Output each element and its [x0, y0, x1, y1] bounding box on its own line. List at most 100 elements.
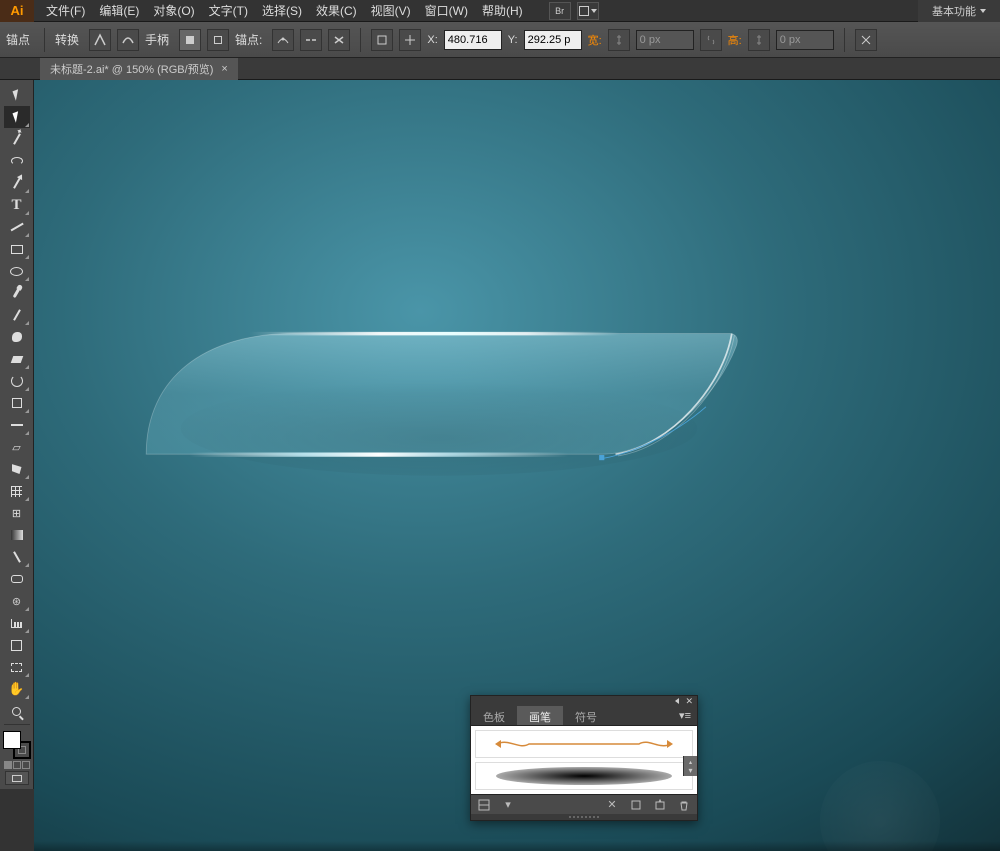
menu-type[interactable]: 文字(T): [203, 0, 254, 22]
options-icon[interactable]: [629, 798, 643, 812]
panel-menu-icon[interactable]: ▾≡: [673, 706, 697, 725]
menu-help[interactable]: 帮助(H): [476, 0, 529, 22]
draw-normal[interactable]: [4, 761, 12, 769]
handle-show-button[interactable]: [179, 29, 201, 51]
new-brush-icon[interactable]: [653, 798, 667, 812]
free-transform-tool[interactable]: ▱: [4, 436, 30, 458]
y-input[interactable]: [524, 30, 582, 50]
workspace-switcher[interactable]: 基本功能: [918, 0, 1000, 22]
selection-tool[interactable]: [4, 84, 30, 106]
shape-builder-tool[interactable]: [4, 458, 30, 480]
connect-anchor-button[interactable]: [300, 29, 322, 51]
line-tool[interactable]: [4, 216, 30, 238]
arrange-docs-icon[interactable]: [577, 2, 599, 20]
menu-effect[interactable]: 效果(C): [310, 0, 363, 22]
handle-hide-button[interactable]: [207, 29, 229, 51]
link-icon[interactable]: [700, 29, 722, 51]
menu-edit[interactable]: 编辑(E): [93, 0, 145, 22]
remove-anchor-button[interactable]: [272, 29, 294, 51]
close-tab-icon[interactable]: ×: [221, 63, 227, 75]
column-graph-tool[interactable]: [4, 612, 30, 634]
fill-chip[interactable]: [3, 731, 21, 749]
link-h-button[interactable]: [748, 29, 770, 51]
menu-items: 文件(F) 编辑(E) 对象(O) 文字(T) 选择(S) 效果(C) 视图(V…: [40, 0, 529, 22]
fill-stroke-chips[interactable]: [3, 731, 31, 759]
rotate-tool[interactable]: [4, 370, 30, 392]
app-logo: Ai: [0, 0, 34, 22]
menu-extras: Br: [549, 2, 599, 20]
ellipse-tool[interactable]: [4, 260, 30, 282]
bridge-icon[interactable]: Br: [549, 2, 571, 20]
circle-artwork: [820, 761, 940, 851]
mesh-tool[interactable]: ⊞: [4, 502, 30, 524]
eraser-tool[interactable]: [4, 348, 30, 370]
h-input[interactable]: [776, 30, 834, 50]
isolate-button[interactable]: [371, 29, 393, 51]
menu-file[interactable]: 文件(F): [40, 0, 91, 22]
draw-inside[interactable]: [22, 761, 30, 769]
link-wh-button[interactable]: [608, 29, 630, 51]
pen-tool[interactable]: [4, 172, 30, 194]
type-tool[interactable]: T: [4, 194, 30, 216]
panel-resize-grip[interactable]: [471, 814, 697, 820]
width-tool[interactable]: [4, 414, 30, 436]
scale-tool[interactable]: [4, 392, 30, 414]
eyedropper-tool[interactable]: [4, 546, 30, 568]
zoom-tool[interactable]: [4, 700, 30, 722]
rectangle-tool[interactable]: [4, 238, 30, 260]
panel-collapse-icon[interactable]: [675, 698, 679, 704]
screen-mode-button[interactable]: [5, 771, 29, 785]
menu-view[interactable]: 视图(V): [365, 0, 417, 22]
blob-brush-tool[interactable]: [4, 326, 30, 348]
remove-stroke-icon[interactable]: ✕: [605, 798, 619, 812]
libraries-menu-icon[interactable]: ▾: [501, 798, 515, 812]
menu-bar: Ai 文件(F) 编辑(E) 对象(O) 文字(T) 选择(S) 效果(C) 视…: [0, 0, 1000, 22]
w-input[interactable]: [636, 30, 694, 50]
tools-panel: T ▱ ⊞ ⊛ ✋: [0, 80, 34, 789]
cut-path-button[interactable]: [328, 29, 350, 51]
align-pixel-button[interactable]: [399, 29, 421, 51]
constrain-button[interactable]: [855, 29, 877, 51]
blend-tool[interactable]: [4, 568, 30, 590]
document-tab[interactable]: 未标题-2.ai* @ 150% (RGB/预览) ×: [40, 58, 238, 80]
convert-label: 转换: [55, 31, 79, 48]
symbol-sprayer-tool[interactable]: ⊛: [4, 590, 30, 612]
panel-header[interactable]: ✕: [471, 696, 697, 706]
lasso-tool[interactable]: [4, 150, 30, 172]
convert-smooth-button[interactable]: [117, 29, 139, 51]
x-input[interactable]: [444, 30, 502, 50]
panel-tabs: 色板 画笔 符号 ▾≡: [471, 706, 697, 726]
hand-tool[interactable]: ✋: [4, 678, 30, 700]
anchor-label: 锚点: [6, 31, 30, 48]
convert-corner-button[interactable]: [89, 29, 111, 51]
document-tab-title: 未标题-2.ai* @ 150% (RGB/预览): [50, 61, 213, 77]
menu-window[interactable]: 窗口(W): [419, 0, 474, 22]
direct-selection-tool[interactable]: [4, 106, 30, 128]
artboard-tool[interactable]: [4, 634, 30, 656]
panel-tab-symbols[interactable]: 符号: [563, 706, 609, 725]
panel-tab-brushes[interactable]: 画笔: [517, 706, 563, 725]
document-tab-bar: 未标题-2.ai* @ 150% (RGB/预览) ×: [0, 58, 1000, 80]
perspective-tool[interactable]: [4, 480, 30, 502]
handle-label: 手柄: [145, 31, 169, 48]
gradient-tool[interactable]: [4, 524, 30, 546]
panel-close-icon[interactable]: ✕: [685, 696, 693, 707]
magic-wand-tool[interactable]: [4, 128, 30, 150]
draw-behind[interactable]: [13, 761, 21, 769]
menu-select[interactable]: 选择(S): [256, 0, 308, 22]
paintbrush-tool[interactable]: [4, 282, 30, 304]
delete-brush-icon[interactable]: [677, 798, 691, 812]
y-axis-label: Y:: [508, 34, 518, 46]
brush-libraries-icon[interactable]: [477, 798, 491, 812]
panel-scrollbar[interactable]: ▴ ▾: [683, 756, 697, 776]
brush-item-1[interactable]: [475, 730, 693, 758]
brushes-panel[interactable]: ✕ 色板 画笔 符号 ▾≡ ▴ ▾ ▾ ✕: [470, 695, 698, 821]
menu-object[interactable]: 对象(O): [147, 0, 200, 22]
brush-item-2[interactable]: [475, 762, 693, 790]
pencil-tool[interactable]: [4, 304, 30, 326]
panel-tab-swatches[interactable]: 色板: [471, 706, 517, 725]
scroll-down-icon[interactable]: ▾: [684, 764, 697, 776]
slice-tool[interactable]: [4, 656, 30, 678]
panel-body: [471, 726, 697, 794]
panel-footer: ▾ ✕: [471, 794, 697, 814]
